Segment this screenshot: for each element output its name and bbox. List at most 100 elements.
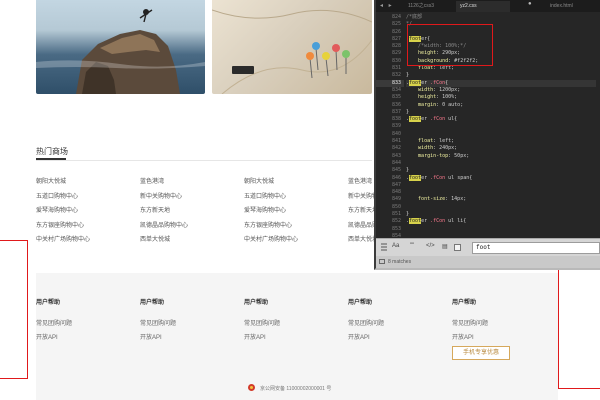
mobile-deals-button[interactable]: 手机专享优惠 xyxy=(452,346,510,360)
mall-link[interactable]: 东方新天地 xyxy=(140,204,240,219)
line-number: 849 xyxy=(391,196,401,203)
mall-link[interactable]: 西单大悦城 xyxy=(348,233,374,248)
map-pins-photo[interactable] xyxy=(212,0,372,94)
footer-column: 用户帮助 常见团购问题 开放API xyxy=(452,297,552,345)
code-line[interactable]: ​ xyxy=(406,226,596,233)
code-line[interactable]: } xyxy=(406,167,596,174)
mall-link[interactable]: 五道口购物中心 xyxy=(244,190,344,205)
mall-link[interactable]: 爱琴海购物中心 xyxy=(244,204,344,219)
footer-heading: 用户帮助 xyxy=(36,300,61,306)
code-line[interactable]: } xyxy=(406,109,596,116)
code-line[interactable]: margin: 0 auto; xyxy=(406,102,596,109)
hot-malls-title: 热门商场 xyxy=(36,147,68,156)
footer-link[interactable]: 常见团购问题 xyxy=(36,317,136,331)
footer-link[interactable]: 开放API xyxy=(452,331,552,345)
left-margin-highlight-box xyxy=(0,240,28,379)
panel-icon[interactable] xyxy=(379,259,385,264)
line-number: 846 xyxy=(391,174,401,181)
code-line[interactable]: float: left; xyxy=(406,65,596,72)
code-line[interactable]: ​ xyxy=(406,189,596,196)
seaside-cliff-photo[interactable] xyxy=(36,0,205,94)
icp-record: 京公网安备 11000002000001 号 xyxy=(248,384,331,392)
line-number: 841 xyxy=(391,138,401,145)
find-bar: Aa "" </> ▤ foot xyxy=(376,238,600,256)
line-number: 827 xyxy=(391,35,401,42)
code-line[interactable]: .footer .fCon ul li{ xyxy=(406,218,596,225)
mall-link[interactable]: 东方新天地 xyxy=(348,204,374,219)
code-line[interactable]: ​ xyxy=(406,123,596,130)
footer-heading: 用户帮助 xyxy=(140,300,165,306)
mall-link[interactable]: 朝阳大悦城 xyxy=(36,175,136,190)
code-line[interactable]: ​ xyxy=(406,160,596,167)
mall-link[interactable]: 凯德晶品购物中心 xyxy=(348,219,374,234)
code-line[interactable]: font-size: 14px; xyxy=(406,196,596,203)
tab-index-html[interactable]: index.html xyxy=(546,1,600,12)
mall-column-4: 蓝色港湾 新中关购物中心 东方新天地 凯德晶品购物中心 西单大悦城 xyxy=(348,175,374,248)
in-selection-icon[interactable]: ▤ xyxy=(442,243,448,250)
section-divider xyxy=(36,160,372,161)
wrap-checkbox[interactable] xyxy=(454,244,461,251)
find-input[interactable]: foot xyxy=(472,242,600,254)
code-line[interactable]: /*底部 xyxy=(406,14,596,21)
footer-link[interactable]: 常见团购问题 xyxy=(348,317,448,331)
mall-link[interactable]: 新中关购物中心 xyxy=(348,190,374,205)
code-line[interactable]: } xyxy=(406,211,596,218)
tab-yz2-css[interactable]: yz2.css xyxy=(456,1,510,12)
line-number: 834 xyxy=(391,86,401,93)
code-line[interactable]: ​ xyxy=(406,131,596,138)
footer-link[interactable]: 常见团购问题 xyxy=(244,317,344,331)
line-number: 833 xyxy=(376,79,404,87)
footer-link[interactable]: 开放API xyxy=(244,331,344,345)
mall-link[interactable]: 东方银座购物中心 xyxy=(36,219,136,234)
code-line[interactable]: width: 1200px; xyxy=(406,87,596,94)
footer-link[interactable]: 开放API xyxy=(140,331,240,345)
code-line[interactable]: .footer .fCon ul{ xyxy=(406,116,596,123)
mall-link[interactable]: 朝阳大悦城 xyxy=(244,175,344,190)
footer-column: 用户帮助 常见团购问题 开放API xyxy=(36,297,136,345)
code-line[interactable]: width: 240px; xyxy=(406,145,596,152)
mall-link[interactable]: 中关村广场购物中心 xyxy=(36,233,136,248)
mall-link[interactable]: 蓝色港湾 xyxy=(348,175,374,190)
code-line[interactable]: .footer .fCon ul span{ xyxy=(406,174,596,182)
mall-link[interactable]: 凯德晶品购物中心 xyxy=(140,219,240,234)
footer-link[interactable]: 开放API xyxy=(348,331,448,345)
mall-link[interactable]: 东方银座购物中心 xyxy=(244,219,344,234)
mall-link[interactable]: 五道口购物中心 xyxy=(36,190,136,205)
mall-link[interactable]: 西单大悦城 xyxy=(140,233,240,248)
match-case-option[interactable]: Aa xyxy=(392,243,399,249)
code-line[interactable]: .footer .fCon{ xyxy=(406,79,596,87)
footer-link[interactable]: 常见团购问题 xyxy=(140,317,240,331)
line-number: 847 xyxy=(391,181,401,188)
line-number: 848 xyxy=(391,189,401,196)
code-line[interactable]: ​ xyxy=(406,204,596,211)
regex-option[interactable]: </> xyxy=(426,243,435,249)
line-number: 831 xyxy=(391,65,401,72)
editor-tab-bar: ◂ ▸ 1126之css3 yz2.css ● index.html xyxy=(376,0,600,12)
code-line[interactable]: height: 100%; xyxy=(406,94,596,101)
mall-link[interactable]: 蓝色港湾 xyxy=(140,175,240,190)
line-number: 843 xyxy=(391,152,401,159)
code-line[interactable]: float: left; xyxy=(406,138,596,145)
mall-link[interactable]: 中关村广场购物中心 xyxy=(244,233,344,248)
icp-text[interactable]: 京公网安备 11000002000001 号 xyxy=(260,386,331,392)
mall-column-2: 蓝色港湾 新中关购物中心 东方新天地 凯德晶品购物中心 西单大悦城 xyxy=(140,175,240,248)
mall-link[interactable]: 新中关购物中心 xyxy=(140,190,240,205)
line-number-gutter: 824 825 826 827 828 829 830 831 832 833 834 835 836 8… xyxy=(376,14,404,255)
seaside-cliff-image xyxy=(36,9,205,94)
tab-css3[interactable]: 1126之css3 xyxy=(404,1,456,12)
line-number: 832 xyxy=(391,72,401,79)
find-toggle-icon[interactable] xyxy=(380,242,388,252)
code-line[interactable]: } xyxy=(406,72,596,79)
tab-nav-arrows-icon[interactable]: ◂ ▸ xyxy=(380,2,394,9)
police-badge-icon xyxy=(248,384,255,391)
line-number: 828 xyxy=(391,43,401,50)
mall-link[interactable]: 爱琴海购物中心 xyxy=(36,204,136,219)
whole-word-option[interactable]: "" xyxy=(410,243,414,249)
line-number: 840 xyxy=(391,130,401,137)
footer-link[interactable]: 开放API xyxy=(36,331,136,345)
code-line[interactable]: margin-top: 50px; xyxy=(406,153,596,160)
code-line[interactable]: ​ xyxy=(406,182,596,189)
footer-link[interactable]: 常见团购问题 xyxy=(452,317,552,331)
line-number: 842 xyxy=(391,145,401,152)
line-number: 852 xyxy=(391,218,401,225)
